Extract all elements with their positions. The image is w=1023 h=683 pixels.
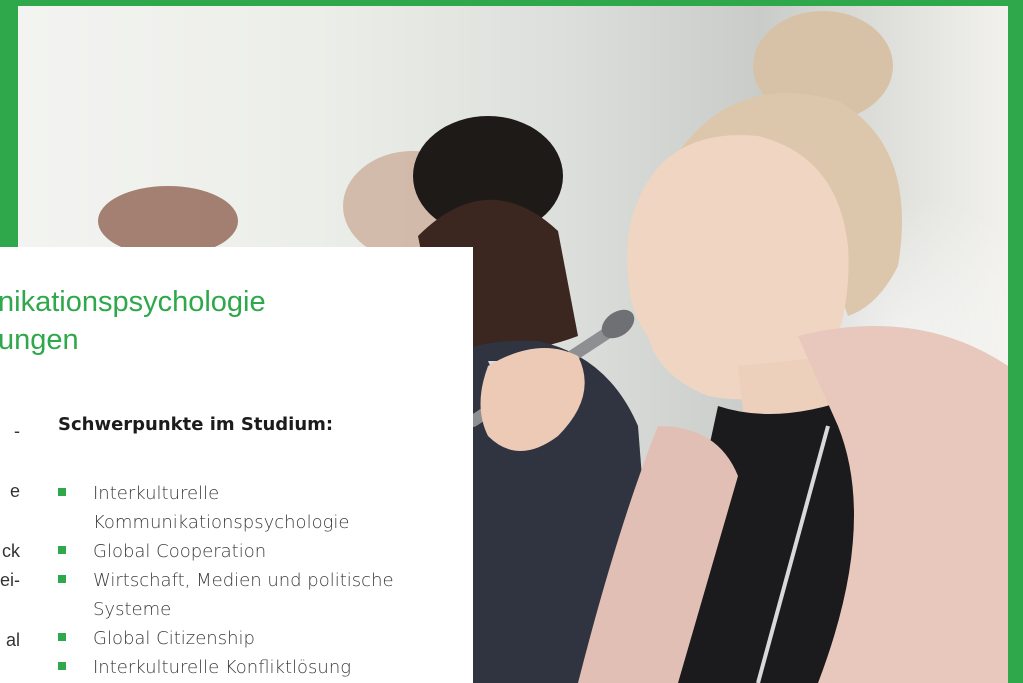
- list-item: Wirtschaft, Medien und politische System…: [58, 566, 458, 624]
- left-fragment: ck: [2, 541, 20, 561]
- left-fragment: al: [5, 630, 20, 650]
- list-item-label: Wirtschaft, Medien und politische System…: [93, 570, 394, 620]
- list-item: Interkulturelle Konfliktlösung: [58, 653, 458, 682]
- list-item: Interkulturelle Kommunikationspsychologi…: [58, 479, 458, 537]
- bullet-square-icon: [58, 575, 66, 583]
- page-title: nikationspsychologie ungen: [0, 283, 266, 359]
- bullet-square-icon: [58, 662, 66, 670]
- page: nikationspsychologie ungen - e ck ei- al…: [0, 0, 1023, 683]
- bullet-square-icon: [58, 546, 66, 554]
- bullet-square-icon: [58, 633, 66, 641]
- left-fragment: ei-: [0, 570, 20, 590]
- focus-list: Interkulturelle Kommunikationspsychologi…: [58, 479, 458, 682]
- left-column-fragments: - e ck ei- al: [0, 247, 20, 683]
- list-item-label: Global Citizenship: [93, 628, 255, 649]
- list-item-label: Global Cooperation: [93, 541, 267, 562]
- title-line-2: ungen: [0, 324, 79, 356]
- content-card: nikationspsychologie ungen - e ck ei- al…: [0, 247, 473, 683]
- list-item-label: Interkulturelle Kommunikationspsychologi…: [93, 483, 350, 533]
- bullet-square-icon: [58, 488, 66, 496]
- list-item-label: Interkulturelle Konfliktlösung: [93, 657, 352, 678]
- title-line-1: nikationspsychologie: [0, 286, 266, 318]
- left-fragment: e: [9, 481, 20, 501]
- list-item: Global Cooperation: [58, 537, 458, 566]
- focus-heading: Schwerpunkte im Studium:: [58, 414, 334, 435]
- left-fragment: -: [14, 421, 20, 441]
- list-item: Global Citizenship: [58, 624, 458, 653]
